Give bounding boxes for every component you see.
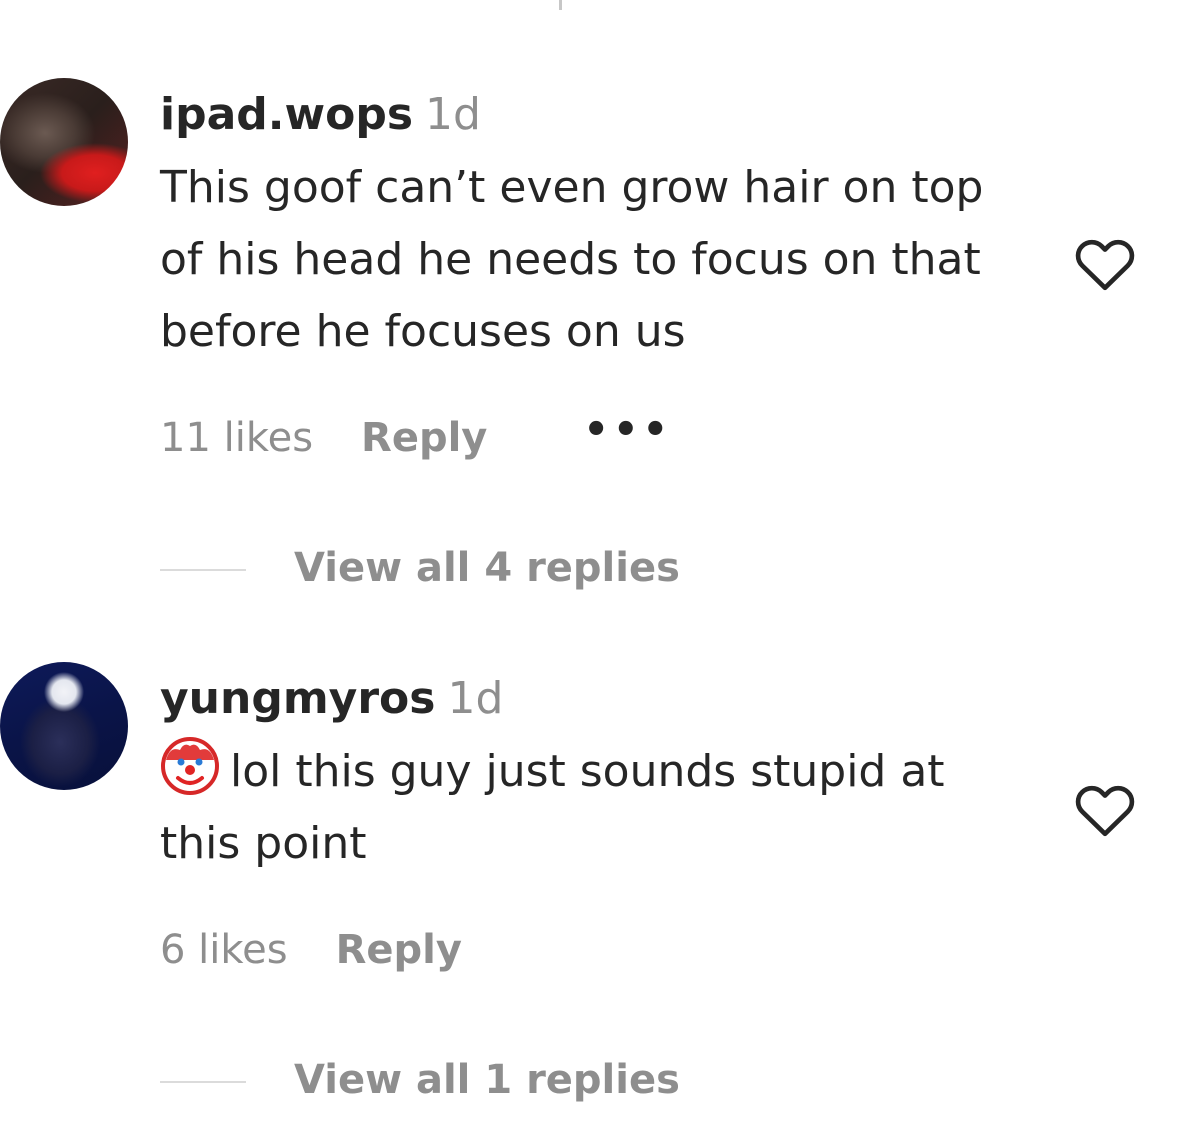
view-replies-label: View all 1 replies — [294, 1057, 680, 1103]
comment-text: lol this guy just sounds stupid at this … — [160, 736, 1020, 880]
comment-body: ipad.wops 1d This goof can’t even grow ha… — [160, 78, 1060, 591]
comment-actions: 6 likes Reply — [160, 920, 462, 980]
scroll-divider — [559, 0, 562, 10]
like-count[interactable]: 11 likes — [160, 408, 313, 468]
comment-header: yungmyros 1d — [160, 662, 1060, 736]
replies-divider-line — [160, 1081, 246, 1083]
clown-face-icon — [160, 736, 220, 796]
comment-username[interactable]: ipad.wops — [160, 89, 413, 140]
heart-outline-icon[interactable] — [1070, 774, 1140, 844]
reply-button[interactable]: Reply — [336, 920, 462, 980]
replies-divider-line — [160, 569, 246, 571]
heart-outline-icon[interactable] — [1070, 228, 1140, 298]
comment-timestamp[interactable]: 1d — [425, 89, 481, 140]
view-replies-label: View all 4 replies — [294, 545, 680, 591]
comment-username[interactable]: yungmyros — [160, 673, 435, 724]
comment-actions: 11 likes Reply ••• — [160, 407, 672, 468]
view-replies-button[interactable]: View all 4 replies — [160, 538, 680, 598]
more-options-icon[interactable]: ••• — [583, 400, 672, 460]
comment-timestamp[interactable]: 1d — [447, 673, 503, 724]
view-replies-button[interactable]: View all 1 replies — [160, 1050, 680, 1110]
reply-button[interactable]: Reply — [361, 408, 487, 468]
comment-header: ipad.wops 1d — [160, 78, 1060, 152]
like-count[interactable]: 6 likes — [160, 920, 288, 980]
avatar[interactable] — [0, 662, 128, 790]
avatar[interactable] — [0, 78, 128, 206]
comment-text-content: lol this guy just sounds stupid at this … — [160, 746, 945, 869]
comment-body: yungmyros 1d lol this guy just sounds stu… — [160, 662, 1060, 1103]
comment-text: This goof can’t even grow hair on top of… — [160, 162, 984, 357]
